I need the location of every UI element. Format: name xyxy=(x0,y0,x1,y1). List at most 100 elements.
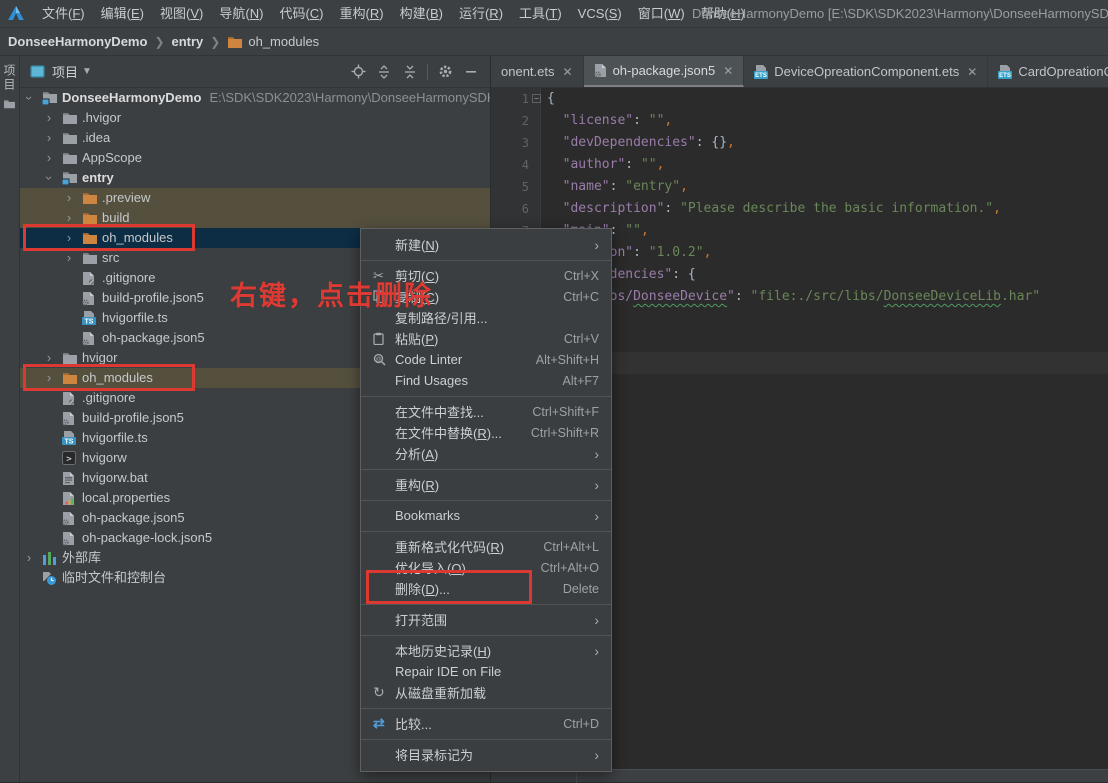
menu-item-Find Usages[interactable]: Find UsagesAlt+F7 xyxy=(361,370,611,391)
menu-separator xyxy=(361,531,611,532)
menu-shortcut: Delete xyxy=(563,582,599,596)
chevron-collapsed-icon[interactable]: › xyxy=(44,128,54,148)
menubar-item-3[interactable]: 视图(V) xyxy=(152,0,211,28)
close-icon[interactable]: ✕ xyxy=(563,65,573,79)
menubar-item-7[interactable]: 构建(B) xyxy=(392,0,451,28)
menu-item-复制(C)[interactable]: 复制(C)Ctrl+C xyxy=(361,286,611,307)
menu-separator xyxy=(361,635,611,636)
breadcrumb-item-oh_modules[interactable]: oh_modules xyxy=(248,34,319,49)
editor-tab-DeviceOpreationComponent.ets[interactable]: ETSDeviceOpreationComponent.ets✕ xyxy=(744,56,988,87)
tree-item-label: entry xyxy=(82,168,114,188)
menubar-item-4[interactable]: 导航(N) xyxy=(211,0,271,28)
expand-all-icon[interactable] xyxy=(371,61,397,83)
menu-item-在文件中查找[interactable]: 在文件中查找...Ctrl+Shift+F xyxy=(361,401,611,422)
chevron-expanded-icon[interactable]: › xyxy=(39,173,59,183)
chevron-collapsed-icon[interactable]: › xyxy=(44,368,54,388)
menu-item-从磁盘重新加载[interactable]: ↻从磁盘重新加载 xyxy=(361,682,611,703)
folder-icon xyxy=(82,250,100,266)
menu-item-新建(N)[interactable]: 新建(N)› xyxy=(361,234,611,255)
tree-item-label: .gitignore xyxy=(102,268,155,288)
tree-item-entry[interactable]: › entry xyxy=(20,168,490,188)
line-number: 6 xyxy=(491,198,529,220)
menu-item-Bookmarks[interactable]: Bookmarks› xyxy=(361,505,611,526)
tree-item-.hvigor[interactable]: › .hvigor xyxy=(20,108,490,128)
menu-item-打开范围[interactable]: 打开范围› xyxy=(361,609,611,630)
project-panel-header: 项目 ▼ xyxy=(20,56,490,88)
menubar-item-9[interactable]: 工具(T) xyxy=(511,0,570,28)
chevron-down-icon[interactable]: ▼ xyxy=(82,66,92,77)
menu-item-label: 从磁盘重新加载 xyxy=(395,683,486,702)
tree-item-AppScope[interactable]: › AppScope xyxy=(20,148,490,168)
ets-icon: ETS xyxy=(754,65,768,79)
menu-item-重新格式化代码(R)[interactable]: 重新格式化代码(R)Ctrl+Alt+L xyxy=(361,536,611,557)
menu-item-剪切(C)[interactable]: ✂剪切(C)Ctrl+X xyxy=(361,265,611,286)
menu-item-将目录标记为[interactable]: 将目录标记为› xyxy=(361,744,611,765)
menu-item-复制路径/引用[interactable]: 复制路径/引用... xyxy=(361,307,611,328)
menubar-item-6[interactable]: 重构(R) xyxy=(332,0,392,28)
module-icon xyxy=(62,170,80,186)
menu-item-分析(A)[interactable]: 分析(A)› xyxy=(361,443,611,464)
context-menu: 新建(N)› ✂剪切(C)Ctrl+X 复制(C)Ctrl+C复制路径/引用...… xyxy=(360,228,612,772)
menu-item-本地历史记录(H)[interactable]: 本地历史记录(H)› xyxy=(361,640,611,661)
locate-icon[interactable] xyxy=(345,61,371,83)
tree-item-build[interactable]: › build xyxy=(20,208,490,228)
menu-item-Repair IDE on File[interactable]: Repair IDE on File xyxy=(361,661,611,682)
minimize-icon[interactable] xyxy=(458,61,484,83)
fold-marker-icon[interactable]: − xyxy=(532,94,541,103)
menu-item-删除(D)[interactable]: 删除(D)...Delete xyxy=(361,578,611,599)
menubar-item-1[interactable]: 文件(F) xyxy=(34,0,93,28)
svg-text:ETS: ETS xyxy=(755,73,767,79)
line-number: 5 xyxy=(491,176,529,198)
tree-item-.idea[interactable]: › .idea xyxy=(20,128,490,148)
chevron-collapsed-icon[interactable]: › xyxy=(64,208,74,228)
menu-item-label: 在文件中查找... xyxy=(395,402,484,421)
editor-tab-oh-package.json5[interactable]: oh-package.json5✕ xyxy=(584,56,745,87)
tool-window-stripe: 项目 xyxy=(0,56,20,782)
breadcrumb-separator: ❯ xyxy=(210,35,220,49)
tree-item-label: oh-package.json5 xyxy=(102,328,205,348)
menubar-item-8[interactable]: 运行(R) xyxy=(451,0,511,28)
submenu-arrow-icon: › xyxy=(594,747,599,763)
chevron-collapsed-icon[interactable]: › xyxy=(44,108,54,128)
settings-icon[interactable] xyxy=(432,61,458,83)
menu-item-比较[interactable]: ⇄比较...Ctrl+D xyxy=(361,713,611,734)
folder-icon xyxy=(62,110,80,126)
menubar-item-5[interactable]: 代码(C) xyxy=(271,0,331,28)
breadcrumb-separator: ❯ xyxy=(154,35,164,49)
menu-item-Code Linter[interactable]: @Code LinterAlt+Shift+H xyxy=(361,349,611,370)
tree-item-label: oh-package-lock.json5 xyxy=(82,528,212,548)
collapse-all-icon[interactable] xyxy=(397,61,423,83)
menu-separator xyxy=(361,469,611,470)
menu-item-重构(R)[interactable]: 重构(R)› xyxy=(361,474,611,495)
project-stripe-tab[interactable]: 项目 xyxy=(0,56,19,109)
close-icon[interactable]: ✕ xyxy=(723,64,733,78)
tree-item-label: .idea xyxy=(82,128,110,148)
menu-shortcut: Ctrl+C xyxy=(563,290,599,304)
tree-item-DonseeHarmonyDemo[interactable]: › DonseeHarmonyDemoE:\SDK\SDK2023\Harmon… xyxy=(20,88,490,108)
menu-item-优化导入(O)[interactable]: 优化导入(O)Ctrl+Alt+O xyxy=(361,557,611,578)
menubar-item-10[interactable]: VCS(S) xyxy=(570,0,630,28)
tree-item-.preview[interactable]: › .preview xyxy=(20,188,490,208)
chevron-collapsed-icon[interactable]: › xyxy=(64,248,74,268)
folder-icon xyxy=(62,150,80,166)
menubar-item-11[interactable]: 窗口(W) xyxy=(630,0,693,28)
menu-separator xyxy=(361,396,611,397)
chevron-collapsed-icon[interactable]: › xyxy=(44,348,54,368)
breadcrumb-item-DonseeHarmonyDemo[interactable]: DonseeHarmonyDemo xyxy=(8,34,147,49)
chevron-expanded-icon[interactable]: › xyxy=(20,93,39,103)
folder-orange-icon xyxy=(82,230,100,246)
menubar-item-2[interactable]: 编辑(E) xyxy=(93,0,152,28)
close-icon[interactable]: ✕ xyxy=(967,65,977,79)
editor-tab-onent.ets[interactable]: onent.ets✕ xyxy=(491,56,584,87)
menu-item-粘贴(P)[interactable]: 粘贴(P)Ctrl+V xyxy=(361,328,611,349)
menu-item-在文件中替换(R)[interactable]: 在文件中替换(R)...Ctrl+Shift+R xyxy=(361,422,611,443)
editor-tab-CardOpreationComp[interactable]: ETSCardOpreationComp xyxy=(988,56,1108,87)
chevron-collapsed-icon[interactable]: › xyxy=(24,548,34,568)
breadcrumb-item-entry[interactable]: entry xyxy=(172,34,204,49)
json5-icon xyxy=(594,63,607,78)
chevron-collapsed-icon[interactable]: › xyxy=(64,228,74,248)
tree-item-label: oh-package.json5 xyxy=(82,508,185,528)
chevron-collapsed-icon[interactable]: › xyxy=(44,148,54,168)
ts-icon: TS xyxy=(82,310,100,326)
chevron-collapsed-icon[interactable]: › xyxy=(64,188,74,208)
